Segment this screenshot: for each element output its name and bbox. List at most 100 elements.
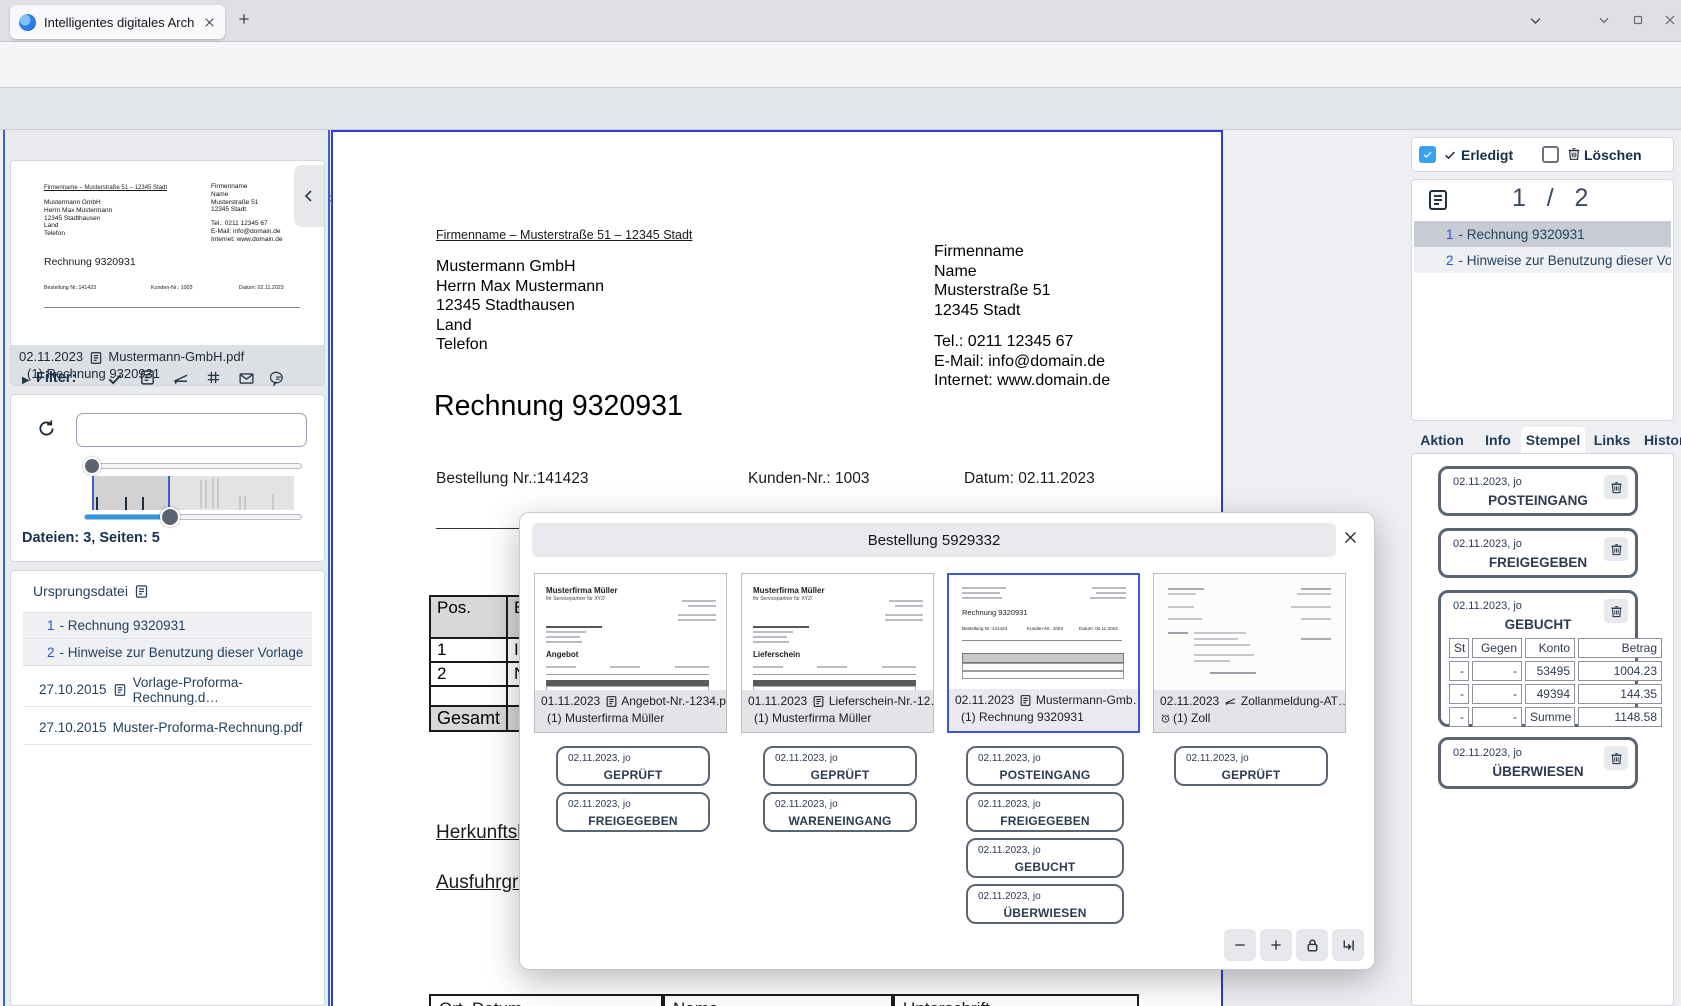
- left-splitter[interactable]: [3, 130, 5, 1006]
- mini-order-no: Bestellung Nr.:141423: [962, 626, 1007, 631]
- modal-lock-icon[interactable]: [1296, 929, 1328, 961]
- page-title: - Hinweise zur Benutzung dieser Vorlage: [60, 645, 304, 660]
- delete-checkbox[interactable]: [1542, 146, 1559, 163]
- modal-zoom-in-icon[interactable]: [1260, 929, 1292, 961]
- document-thumbnail-card[interactable]: Firmenname – Musterstraße 51 – 12345 Sta…: [10, 160, 325, 386]
- modal-close-icon[interactable]: [1342, 529, 1359, 546]
- app-window: Intelligentes digitales Arch https://dms…: [0, 0, 1681, 1006]
- filter-scanner-icon[interactable]: [172, 370, 190, 388]
- mini-tagline: Ihr Servicepartner für XYZ!: [753, 596, 812, 602]
- stamp-label: POSTEINGANG: [968, 768, 1122, 782]
- modal-dock-icon[interactable]: [1332, 929, 1364, 961]
- done-checkbox[interactable]: [1419, 146, 1436, 163]
- stamp-date: 02.11.2023, jo: [775, 799, 838, 810]
- bestellung-modal: Bestellung 5929332 Musterfirma Müller Ih…: [519, 512, 1375, 970]
- stamp-date: 02.11.2023, jo: [1453, 538, 1522, 550]
- doc-origin-label: Herkunftsl: [436, 822, 522, 844]
- document-thumbnail-preview[interactable]: Firmenname – Musterstraße 51 – 12345 Sta…: [11, 161, 324, 317]
- stamp-geprueft: 02.11.2023, jo GEPRÜFT: [556, 746, 710, 786]
- origin-file-row-1[interactable]: 27.10.2015 Vorlage-Proforma-Rechnung.d…: [23, 673, 312, 707]
- window-maximize-icon[interactable]: [1631, 13, 1645, 27]
- filter-expand-arrow-icon[interactable]: ▶: [22, 375, 30, 386]
- tab-info[interactable]: Info: [1477, 427, 1519, 453]
- origin-page-row-2[interactable]: 2 - Hinweise zur Benutzung dieser Vorlag…: [23, 639, 312, 666]
- mini-divider: [44, 307, 300, 308]
- app-toolbar: .pdf 1 2 T 1 / 2: [0, 88, 1681, 130]
- linked-doc-rechnung[interactable]: Rechnung 9320931 Bestellung Nr.:141423 K…: [947, 573, 1140, 733]
- filter-refresh-icon[interactable]: [36, 418, 57, 439]
- linked-doc-lieferschein[interactable]: Musterfirma Müller Ihr Servicepartner fü…: [741, 573, 934, 733]
- pages-card: 1 / 2 1 - Rechnung 9320931 2 - Hinweise …: [1411, 179, 1674, 421]
- stamp-freigegeben: 02.11.2023, jo FREIGEGEBEN: [1438, 528, 1638, 578]
- pager-indicator: 1 / 2: [1512, 184, 1588, 213]
- stamp-date: 02.11.2023, jo: [1453, 600, 1522, 612]
- stamp-date: 02.11.2023, jo: [978, 799, 1041, 810]
- mini-customer-no: Kunden-Nr.: 1003: [1027, 626, 1063, 631]
- document-icon: [134, 584, 149, 599]
- stamp-date: 02.11.2023, jo: [978, 753, 1041, 764]
- mini-tagline: Ihr Servicepartner für XYZ!: [546, 596, 605, 602]
- browser-tab-bar: Intelligentes digitales Arch: [0, 0, 1681, 42]
- stamp-label: FREIGEGEBEN: [968, 814, 1122, 828]
- doc-customer-no: Kunden-Nr.: 1003: [748, 470, 870, 488]
- close-tab-icon[interactable]: [203, 16, 216, 29]
- doc-company-block: FirmennameNameMusterstraße 5112345 Stadt: [934, 242, 1050, 320]
- filter-document-icon[interactable]: [139, 369, 156, 386]
- tab-historie[interactable]: Historie: [1639, 427, 1681, 453]
- page-row-2[interactable]: 2 - Hinweise zur Benutzung dieser Vo…: [1414, 247, 1671, 273]
- filter-mail-icon[interactable]: [238, 370, 255, 387]
- tab-aktion[interactable]: Aktion: [1411, 427, 1473, 453]
- filter-check-icon[interactable]: [106, 370, 124, 388]
- doc-recipient-block: Mustermann GmbHHerrn Max Mustermann12345…: [436, 257, 604, 355]
- mini-customer-no: Kunden-Nr.: 1003: [151, 285, 193, 291]
- document-icon: [113, 683, 127, 697]
- tab-links[interactable]: Links: [1589, 427, 1635, 453]
- tab-stempel[interactable]: Stempel: [1521, 427, 1585, 453]
- doc-sig-name: Name: [663, 994, 893, 1006]
- window-minimize-icon[interactable]: [1597, 13, 1611, 27]
- filter-text-input[interactable]: [76, 413, 307, 447]
- page-row-1[interactable]: 1 - Rechnung 9320931: [1414, 221, 1671, 247]
- linked-doc-caption: 01.11.2023 Angebot-Nr.-1234.pdf (1) Must…: [535, 690, 726, 732]
- doc-sig-signature: Unterschrift: [893, 994, 1139, 1006]
- tab-list-chevron-icon[interactable]: [1528, 13, 1543, 28]
- stamp-label: WARENEINGANG: [765, 814, 915, 828]
- window-close-icon[interactable]: [1663, 13, 1677, 27]
- linked-doc-caption: 01.11.2023 Lieferschein-Nr.-12… (1) Must…: [742, 690, 933, 732]
- filter-chat-icon[interactable]: [270, 370, 287, 387]
- doc-export-label: Ausfuhrgru: [436, 872, 529, 894]
- stamp-label: FREIGEGEBEN: [1441, 555, 1635, 570]
- collapse-panel-icon[interactable]: [294, 165, 324, 227]
- mini-heading: Rechnung 9320931: [962, 608, 1027, 617]
- range-start-handle[interactable]: [83, 457, 101, 475]
- stamp-date: 02.11.2023, jo: [1453, 476, 1522, 488]
- page-number: 2: [1446, 253, 1454, 268]
- range-end-handle[interactable]: [160, 507, 180, 527]
- linked-doc-angebot[interactable]: Musterfirma Müller Ihr Servicepartner fü…: [534, 573, 727, 733]
- page-range-track-end[interactable]: [84, 514, 302, 520]
- left-panel-splitter[interactable]: [328, 130, 330, 1006]
- origin-page-row-1[interactable]: 1 - Rechnung 9320931: [23, 612, 312, 639]
- linked-doc-zollanmeldung[interactable]: 02.11.2023 Zollanmeldung-AT… (1) Zoll: [1153, 573, 1346, 733]
- mini-heading: Lieferschein: [753, 650, 800, 659]
- stamp-geprueft: 02.11.2023, jo GEPRÜFT: [1174, 746, 1328, 786]
- file-name: Muster-Proforma-Rechnung.pdf: [113, 720, 303, 735]
- browser-tab[interactable]: Intelligentes digitales Arch: [10, 5, 225, 39]
- doc-sender-line: Firmenname – Musterstraße 51 – 12345 Sta…: [436, 228, 692, 242]
- file-date: 27.10.2015: [39, 720, 107, 735]
- origin-file-row-2[interactable]: 27.10.2015 Muster-Proforma-Rechnung.pdf: [23, 711, 312, 745]
- new-tab-icon[interactable]: [236, 11, 252, 27]
- stamp-ueberwiesen: 02.11.2023, jo ÜBERWIESEN: [1438, 737, 1638, 789]
- mini-order-no: Bestellung Nr.:141423: [44, 285, 96, 291]
- stamp-label: GEPRÜFT: [558, 768, 708, 782]
- stamp-date: 02.11.2023, jo: [568, 799, 631, 810]
- mini-date: Datum: 02.11.2023: [239, 285, 284, 291]
- mini-sender-line: Firmenname – Musterstraße 51 – 12345 Sta…: [44, 185, 167, 191]
- filter-label: Filter:: [36, 370, 76, 386]
- mini-company: Musterfirma Müller: [546, 586, 618, 595]
- linked-doc-caption: 02.11.2023 Mustermann-Gmb… (1) Rechnung …: [949, 689, 1138, 731]
- filter-grid-icon[interactable]: [205, 369, 222, 386]
- stamp-freigegeben: 02.11.2023, jo FREIGEGEBEN: [556, 792, 710, 832]
- modal-zoom-out-icon[interactable]: [1224, 929, 1256, 961]
- page-range-track-start[interactable]: [84, 463, 302, 469]
